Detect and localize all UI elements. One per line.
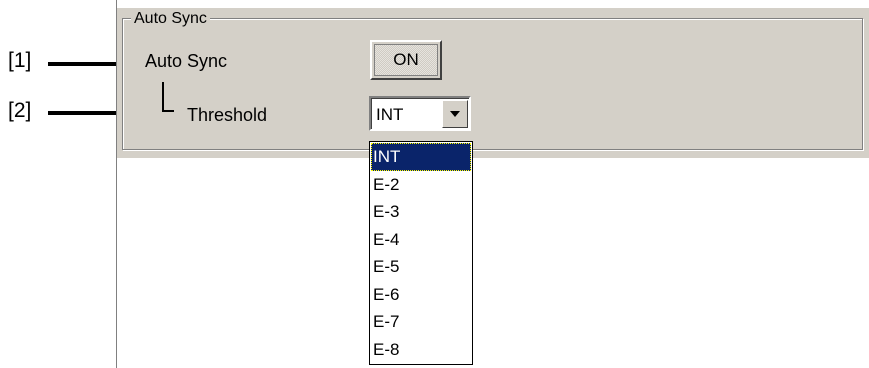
triangle-down-icon <box>450 111 460 117</box>
threshold-label: Threshold <box>187 105 268 125</box>
sub-setting-bracket <box>162 82 174 112</box>
auto-sync-toggle-label: ON <box>374 44 438 76</box>
threshold-option-e-2[interactable]: E-2 <box>371 171 471 199</box>
annotation-label-2: [2] <box>8 99 32 122</box>
threshold-option-e-5[interactable]: E-5 <box>371 253 471 281</box>
screenshot-stage: [1] [2] Auto Sync Auto Sync Threshold ON… <box>0 0 869 368</box>
auto-sync-toggle-button[interactable]: ON <box>370 40 442 80</box>
threshold-option-e-4[interactable]: E-4 <box>371 226 471 254</box>
threshold-option-e-3[interactable]: E-3 <box>371 198 471 226</box>
threshold-option-int[interactable]: INT <box>371 143 471 171</box>
auto-sync-panel: Auto Sync Auto Sync Threshold ON INT <box>117 8 869 158</box>
auto-sync-groupbox <box>122 18 863 150</box>
annotation-label-1: [1] <box>8 49 32 72</box>
threshold-dropdown-button[interactable] <box>442 100 468 128</box>
groupbox-title: Auto Sync <box>131 10 210 28</box>
auto-sync-label: Auto Sync <box>145 51 228 71</box>
threshold-option-e-6[interactable]: E-6 <box>371 281 471 309</box>
threshold-select[interactable]: INT <box>369 96 471 131</box>
threshold-option-e-8[interactable]: E-8 <box>371 336 471 364</box>
threshold-option-e-7[interactable]: E-7 <box>371 308 471 336</box>
threshold-dropdown-list: INT E-2 E-3 E-4 E-5 E-6 E-7 E-8 <box>369 141 473 365</box>
threshold-select-value: INT <box>376 105 404 124</box>
threshold-select-field: INT <box>371 98 469 129</box>
